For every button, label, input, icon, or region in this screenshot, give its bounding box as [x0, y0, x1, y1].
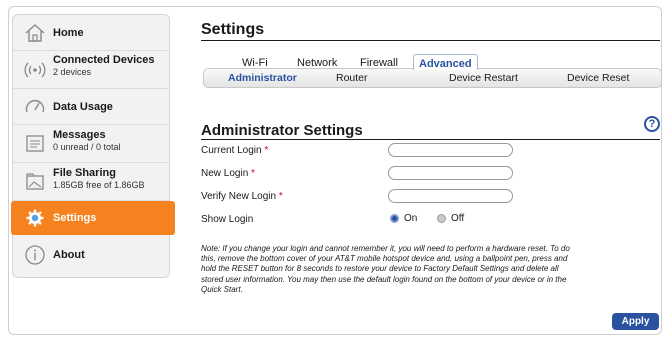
label-text: New Login	[201, 168, 249, 179]
sidebar-item-label: Data Usage	[53, 101, 113, 113]
show-login-on-radio[interactable]: On	[390, 213, 417, 224]
gauge-icon	[23, 95, 47, 119]
label-text: Current Login	[201, 145, 262, 156]
sidebar-item-settings[interactable]: Settings	[11, 201, 175, 235]
sidebar-item-label: Home	[53, 27, 84, 39]
sidebar-item-data-usage[interactable]: Data Usage	[13, 89, 169, 125]
new-login-label: New Login *	[201, 168, 255, 179]
verify-login-input[interactable]	[388, 189, 513, 203]
sidebar-item-label: About	[53, 249, 85, 261]
subtab-bar: Administrator Router Device Restart Devi…	[203, 68, 662, 88]
show-login-off-radio[interactable]: Off	[437, 213, 464, 224]
new-login-input[interactable]	[388, 166, 513, 180]
sidebar-item-sublabel: 1.85GB free of 1.86GB	[53, 180, 145, 190]
required-marker: *	[251, 168, 255, 179]
sidebar-item-file-sharing[interactable]: File Sharing 1.85GB free of 1.86GB	[13, 163, 169, 201]
subtab-router[interactable]: Router	[336, 72, 368, 84]
subtab-device-restart[interactable]: Device Restart	[449, 72, 518, 84]
subtab-administrator[interactable]: Administrator	[228, 72, 297, 84]
section-title: Administrator Settings	[201, 122, 363, 139]
sidebar-item-label: File Sharing	[53, 167, 116, 179]
label-text: Verify New Login	[201, 191, 277, 202]
apply-button[interactable]: Apply	[612, 313, 659, 330]
sidebar: Home Connected Devices 2 devices Data Us…	[11, 14, 175, 278]
wifi-signal-icon	[23, 58, 47, 82]
section-divider	[201, 139, 660, 140]
subtab-device-reset[interactable]: Device Reset	[567, 72, 629, 84]
tab-advanced[interactable]: Advanced	[413, 54, 478, 70]
verify-login-label: Verify New Login *	[201, 191, 283, 202]
sidebar-item-about[interactable]: About	[13, 237, 169, 273]
radio-selected-icon	[390, 214, 399, 223]
radio-label: On	[404, 213, 418, 224]
required-marker: *	[264, 145, 269, 156]
title-divider	[201, 40, 660, 41]
required-marker: *	[278, 191, 283, 202]
current-login-input[interactable]	[388, 143, 513, 157]
radio-label: Off	[451, 213, 465, 224]
show-login-label: Show Login	[201, 214, 254, 225]
radio-unselected-icon	[437, 214, 446, 223]
folder-icon	[23, 170, 47, 194]
help-icon[interactable]: ?	[644, 116, 660, 132]
gear-icon	[23, 206, 47, 230]
reset-note: Note: If you change your login and canno…	[201, 244, 570, 294]
sidebar-item-home[interactable]: Home	[13, 15, 169, 51]
info-icon	[23, 243, 47, 267]
current-login-label: Current Login *	[201, 145, 268, 156]
message-icon	[23, 132, 47, 156]
page-title: Settings	[201, 21, 265, 38]
sidebar-item-connected-devices[interactable]: Connected Devices 2 devices	[13, 51, 169, 89]
sidebar-item-sublabel: 2 devices	[53, 67, 92, 77]
sidebar-item-sublabel: 0 unread / 0 total	[53, 142, 121, 152]
sidebar-item-label: Connected Devices	[53, 54, 155, 66]
home-icon	[23, 21, 47, 45]
sidebar-item-messages[interactable]: Messages 0 unread / 0 total	[13, 125, 169, 163]
sidebar-item-label: Messages	[53, 129, 106, 141]
sidebar-item-label: Settings	[53, 212, 97, 224]
